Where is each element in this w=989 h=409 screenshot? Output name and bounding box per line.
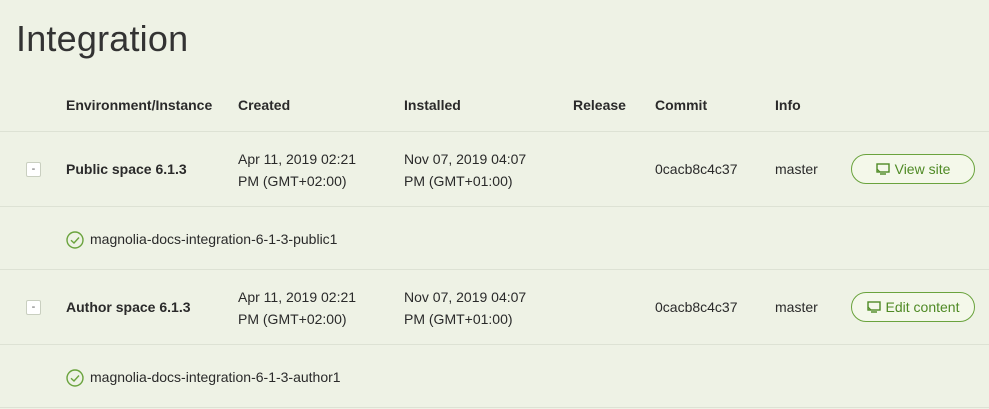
page-title: Integration	[16, 18, 189, 59]
commit-hash: 0cacb8c4c37	[655, 161, 738, 177]
commit-hash: 0cacb8c4c37	[655, 299, 738, 315]
installed-date: Nov 07, 2019 04:07 PM (GMT+01:00)	[404, 286, 526, 330]
table-row: - Public space 6.1.3 Apr 11, 2019 02:21 …	[0, 132, 989, 207]
environment-name: Author space 6.1.3	[66, 299, 191, 315]
view-site-label: View site	[894, 161, 951, 177]
created-date: Apr 11, 2019 02:21 PM (GMT+02:00)	[238, 286, 356, 330]
info-branch: master	[775, 299, 818, 315]
check-circle-icon	[66, 231, 84, 249]
view-site-button[interactable]: View site	[851, 154, 975, 184]
header-created: Created	[238, 97, 291, 113]
created-line1: Apr 11, 2019 02:21	[238, 151, 357, 167]
header-installed: Installed	[404, 97, 461, 113]
installed-line2: PM (GMT+01:00)	[404, 311, 513, 327]
installed-line2: PM (GMT+01:00)	[404, 173, 513, 189]
instance-name: magnolia-docs-integration-6-1-3-public1	[90, 231, 338, 247]
created-line2: PM (GMT+02:00)	[238, 173, 347, 189]
check-circle-icon	[66, 369, 84, 387]
edit-content-label: Edit content	[885, 299, 960, 315]
created-line2: PM (GMT+02:00)	[238, 311, 347, 327]
header-info: Info	[775, 97, 801, 113]
edit-content-button[interactable]: Edit content	[851, 292, 975, 322]
integration-page: Integration Environment/Instance Created…	[0, 0, 989, 409]
created-date: Apr 11, 2019 02:21 PM (GMT+02:00)	[238, 148, 356, 192]
header-environment: Environment/Instance	[66, 97, 213, 113]
collapse-toggle[interactable]: -	[26, 300, 41, 315]
instance-row: magnolia-docs-integration-6-1-3-public1	[0, 207, 989, 270]
created-line1: Apr 11, 2019 02:21	[238, 289, 357, 305]
monitor-icon	[875, 163, 890, 175]
installed-date: Nov 07, 2019 04:07 PM (GMT+01:00)	[404, 148, 526, 192]
table-header: Environment/Instance Created Installed R…	[0, 85, 989, 132]
monitor-icon	[866, 301, 881, 313]
header-release: Release	[573, 97, 626, 113]
installed-line1: Nov 07, 2019 04:07	[404, 151, 527, 167]
table-row: - Author space 6.1.3 Apr 11, 2019 02:21 …	[0, 270, 989, 345]
instance-row: magnolia-docs-integration-6-1-3-author1	[0, 345, 989, 408]
environment-name: Public space 6.1.3	[66, 161, 187, 177]
header-commit: Commit	[655, 97, 708, 113]
installed-line1: Nov 07, 2019 04:07	[404, 289, 527, 305]
info-branch: master	[775, 161, 818, 177]
instance-name: magnolia-docs-integration-6-1-3-author1	[90, 369, 341, 385]
collapse-toggle[interactable]: -	[26, 162, 41, 177]
